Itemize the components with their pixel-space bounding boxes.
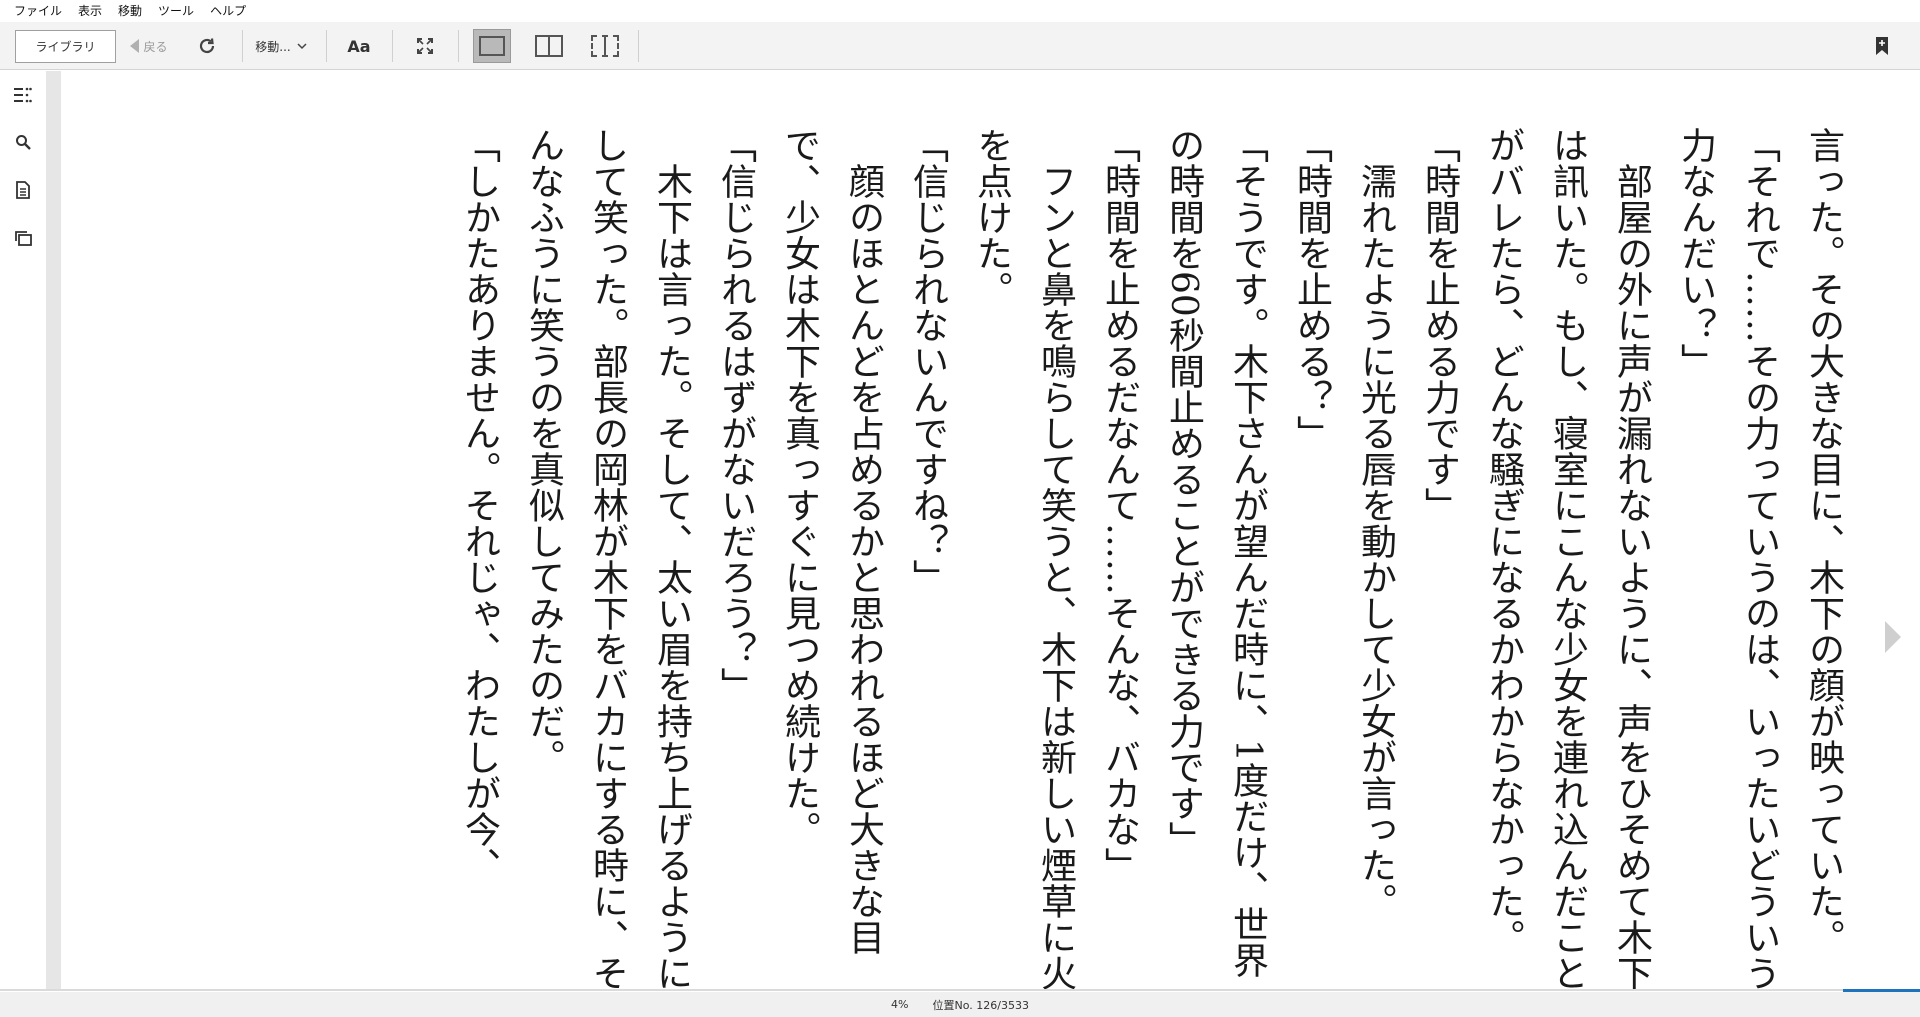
bookmark-button[interactable]: [1868, 22, 1896, 70]
book-paragraph: フンと鼻を鳴らして笑うと、木下は新しい煙草に火を点けた。: [971, 127, 1076, 989]
location-readout: 位置No. 126/3533: [932, 998, 1029, 1012]
notes-button[interactable]: [8, 175, 38, 205]
goto-dropdown-label: 移動...: [255, 39, 291, 54]
single-page-view-button[interactable]: [473, 22, 511, 70]
book-paragraph: 顔のほとんどを占めるかと思われるほど大きな目で、少女は木下を真っすぐに見つめ続け…: [779, 127, 884, 955]
menu-view[interactable]: 表示: [70, 0, 110, 22]
document-icon: [16, 181, 30, 199]
book-text: 言った。その大きな目に、木下の顔が映っていた。 「それで……その力っていうのは、い…: [447, 127, 1855, 989]
book-paragraph: 「それで……その力っていうのは、いったいどういう力なんだい？」: [1675, 127, 1780, 989]
library-button-label: ライブラリ: [35, 40, 96, 54]
book-paragraph: 部屋の外に声が漏れないように、声をひそめて木下は訊いた。もし、寝室にこんな少女を…: [1483, 127, 1652, 989]
toc-button[interactable]: [8, 80, 38, 110]
menu-help[interactable]: ヘルプ: [202, 0, 254, 22]
table-of-contents-icon: [14, 87, 32, 103]
book-paragraph: 「そうです。木下さんが望んだ時に、1度だけ、世界の時間を60秒間止めることができ…: [1163, 127, 1268, 978]
back-arrow-icon: [130, 39, 140, 53]
refresh-button[interactable]: [190, 22, 224, 70]
two-page-view-button[interactable]: [530, 22, 568, 70]
left-sidebar: [0, 71, 46, 991]
search-icon: [16, 135, 31, 150]
back-button-label: 戻る: [143, 39, 168, 54]
book-paragraph: 「時間を止めるだなんて……そんな、バカな」: [1099, 127, 1140, 883]
progress-percent: 4%: [891, 998, 909, 1011]
font-settings-label: Aa: [347, 36, 371, 56]
book-paragraph: 言った。その大きな目に、木下の顔が映っていた。: [1803, 127, 1844, 955]
single-page-icon: [473, 29, 511, 63]
spread-view-button[interactable]: [585, 22, 625, 70]
spread-page-icon: [591, 35, 619, 57]
menu-bar: ファイル 表示 移動 ツール ヘルプ: [0, 0, 1920, 22]
goto-dropdown[interactable]: 移動...: [246, 22, 316, 70]
status-bar: 4% 位置No. 126/3533: [0, 992, 1920, 1017]
toolbar-separator: [392, 30, 393, 62]
book-paragraph: 「時間を止める？」: [1291, 127, 1332, 451]
search-button[interactable]: [8, 127, 38, 157]
book-paragraph: 木下は言った。そして、太い眉を持ち上げるようにして笑った。部長の岡林が木下をバカ…: [523, 127, 692, 989]
bookmark-add-icon: [1876, 37, 1888, 55]
book-paragraph: 濡れたように光る唇を動かして少女が言った。: [1355, 163, 1396, 919]
toolbar: ライブラリ 戻る 移動... Aa: [0, 22, 1920, 70]
menu-file[interactable]: ファイル: [6, 0, 70, 22]
cards-button[interactable]: [8, 223, 38, 253]
page-gutter: [46, 71, 61, 989]
toolbar-separator: [242, 30, 243, 62]
book-paragraph: 「信じられるはずがないだろう？」: [715, 127, 756, 703]
chevron-down-icon: [297, 42, 307, 49]
library-button[interactable]: ライブラリ: [15, 30, 116, 63]
menu-tools[interactable]: ツール: [150, 0, 202, 22]
toolbar-separator: [638, 30, 639, 62]
refresh-icon: [199, 38, 215, 54]
fullscreen-button[interactable]: [405, 22, 445, 70]
book-paragraph: 「しかたありません。それじゃ、わたしが今、: [459, 127, 500, 883]
fullscreen-icon: [417, 38, 433, 54]
reading-pane[interactable]: 言った。その大きな目に、木下の顔が映っていた。 「それで……その力っていうのは、い…: [61, 71, 1901, 989]
font-settings-button[interactable]: Aa: [340, 22, 378, 70]
menu-go[interactable]: 移動: [110, 0, 150, 22]
cards-icon: [15, 231, 32, 246]
toolbar-separator: [326, 30, 327, 62]
book-paragraph: 「信じられないんですね？」: [907, 127, 948, 595]
book-paragraph: 「時間を止める力です」: [1419, 127, 1460, 523]
toolbar-separator: [458, 30, 459, 62]
two-page-icon: [535, 35, 563, 57]
next-page-arrow-icon[interactable]: [1885, 621, 1901, 653]
back-button[interactable]: 戻る: [126, 22, 172, 70]
